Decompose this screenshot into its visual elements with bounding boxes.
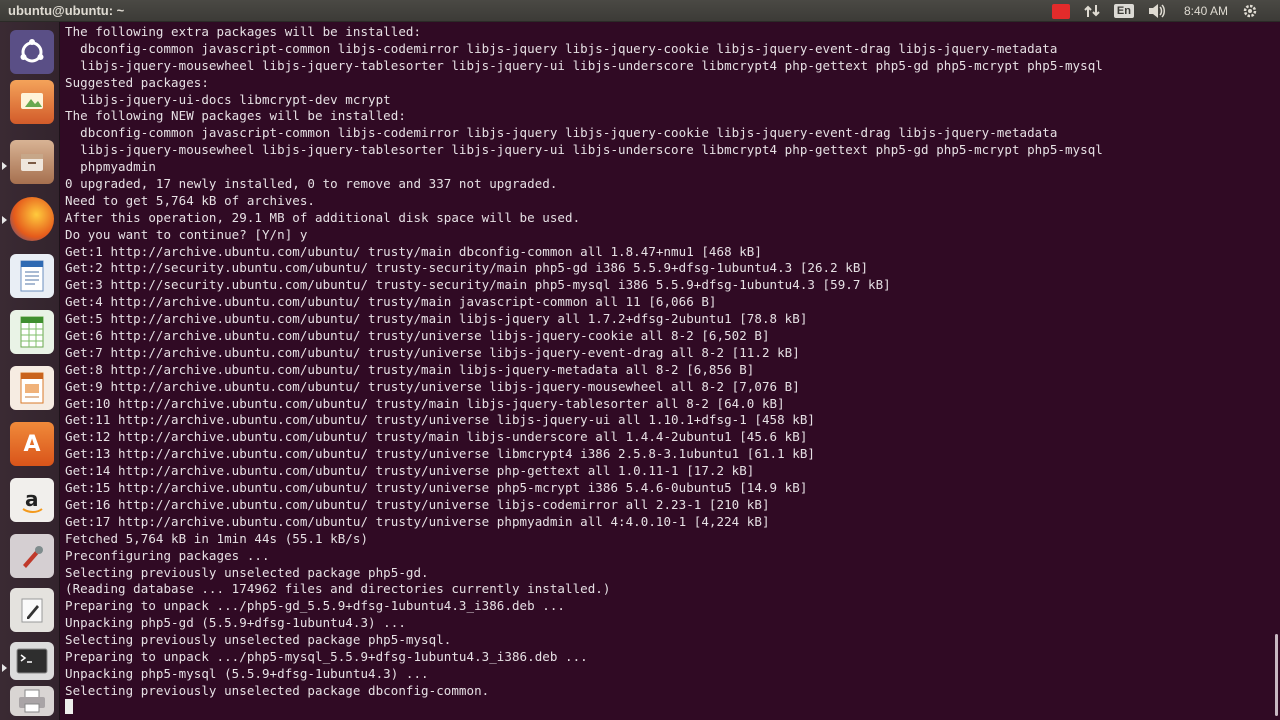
- terminal-line: dbconfig-common javascript-common libjs-…: [65, 125, 1058, 141]
- window-title: ubuntu@ubuntu: ~: [8, 3, 125, 18]
- terminal-line: Get:3 http://security.ubuntu.com/ubuntu/…: [65, 277, 891, 293]
- unity-launcher: A a: [0, 22, 60, 720]
- svg-text:a: a: [25, 487, 39, 511]
- terminal-line: Need to get 5,764 kB of archives.: [65, 192, 315, 208]
- terminal-line: Selecting previously unselected package …: [65, 682, 490, 698]
- terminal-line: Preparing to unpack .../php5-gd_5.5.9+df…: [65, 598, 565, 614]
- system-tools-icon[interactable]: [10, 534, 54, 578]
- terminal-line: dbconfig-common javascript-common libjs-…: [65, 40, 1058, 56]
- terminal-line: The following extra packages will be ins…: [65, 24, 422, 39]
- terminal-line: Get:2 http://security.ubuntu.com/ubuntu/…: [65, 260, 869, 276]
- terminal-line: Get:13 http://archive.ubuntu.com/ubuntu/…: [65, 446, 815, 462]
- terminal-line: libjs-jquery-mousewheel libjs-jquery-tab…: [65, 57, 1103, 73]
- terminal-line: 0 upgraded, 17 newly installed, 0 to rem…: [65, 176, 558, 192]
- amazon-icon[interactable]: a: [10, 478, 54, 522]
- terminal-line: Preparing to unpack .../php5-mysql_5.5.9…: [65, 648, 588, 664]
- terminal-line: Get:5 http://archive.ubuntu.com/ubuntu/ …: [65, 311, 808, 327]
- terminal-line: libjs-jquery-ui-docs libmcrypt-dev mcryp…: [65, 91, 391, 107]
- terminal-line: Get:4 http://archive.ubuntu.com/ubuntu/ …: [65, 294, 717, 310]
- terminal-line: The following NEW packages will be insta…: [65, 108, 406, 124]
- text-editor-icon[interactable]: [10, 588, 54, 632]
- terminal-icon[interactable]: [10, 642, 54, 680]
- terminal-line: Do you want to continue? [Y/n] y: [65, 226, 308, 242]
- files-icon[interactable]: [10, 140, 54, 184]
- terminal-line: Get:17 http://archive.ubuntu.com/ubuntu/…: [65, 513, 770, 529]
- terminal-line: Get:12 http://archive.ubuntu.com/ubuntu/…: [65, 429, 808, 445]
- terminal-line: Fetched 5,764 kB in 1min 44s (55.1 kB/s): [65, 530, 369, 546]
- terminal-line: (Reading database ... 174962 files and d…: [65, 581, 611, 597]
- terminal-line: After this operation, 29.1 MB of additio…: [65, 209, 581, 225]
- terminal-line: Get:15 http://archive.ubuntu.com/ubuntu/…: [65, 480, 808, 496]
- terminal-window[interactable]: The following extra packages will be ins…: [60, 22, 1280, 720]
- top-panel: ubuntu@ubuntu: ~ En 8:40 AM: [0, 0, 1280, 22]
- terminal-scrollbar[interactable]: [1275, 634, 1278, 716]
- terminal-line: Get:14 http://archive.ubuntu.com/ubuntu/…: [65, 463, 755, 479]
- terminal-line: Get:9 http://archive.ubuntu.com/ubuntu/ …: [65, 378, 800, 394]
- terminal-line: Get:1 http://archive.ubuntu.com/ubuntu/ …: [65, 243, 762, 259]
- terminal-line: Suggested packages:: [65, 74, 209, 90]
- terminal-line: Get:8 http://archive.ubuntu.com/ubuntu/ …: [65, 361, 755, 377]
- terminal-line: Selecting previously unselected package …: [65, 564, 429, 580]
- ubuntu-software-center-icon[interactable]: A: [10, 422, 54, 466]
- libreoffice-writer-icon[interactable]: [10, 254, 54, 298]
- libreoffice-calc-icon[interactable]: [10, 310, 54, 354]
- red-notification-icon[interactable]: [1051, 0, 1070, 22]
- network-transfer-icon[interactable]: [1084, 0, 1100, 22]
- terminal-output: The following extra packages will be ins…: [65, 24, 1103, 717]
- terminal-line: Unpacking php5-mysql (5.5.9+dfsg-1ubuntu…: [65, 665, 429, 681]
- indicator-area: En 8:40 AM: [1051, 0, 1258, 22]
- terminal-line: Unpacking php5-gd (5.5.9+dfsg-1ubuntu4.3…: [65, 615, 406, 631]
- volume-icon[interactable]: [1148, 0, 1166, 22]
- terminal-cursor: [65, 699, 73, 714]
- gear-icon[interactable]: [1242, 0, 1258, 22]
- dash-home-icon[interactable]: [10, 30, 54, 74]
- terminal-line: Get:11 http://archive.ubuntu.com/ubuntu/…: [65, 412, 815, 428]
- keyboard-language-indicator[interactable]: En: [1113, 0, 1134, 22]
- terminal-line: Selecting previously unselected package …: [65, 632, 452, 648]
- libreoffice-impress-icon[interactable]: [10, 366, 54, 410]
- terminal-line: Get:7 http://archive.ubuntu.com/ubuntu/ …: [65, 344, 800, 360]
- terminal-line: Get:6 http://archive.ubuntu.com/ubuntu/ …: [65, 328, 770, 344]
- terminal-line: Get:16 http://archive.ubuntu.com/ubuntu/…: [65, 496, 770, 512]
- clock[interactable]: 8:40 AM: [1184, 0, 1228, 22]
- terminal-line: Get:10 http://archive.ubuntu.com/ubuntu/…: [65, 395, 785, 411]
- terminal-line: phpmyadmin: [65, 159, 156, 175]
- terminal-line: libjs-jquery-mousewheel libjs-jquery-tab…: [65, 142, 1103, 158]
- firefox-icon[interactable]: [10, 197, 54, 241]
- terminal-line: Preconfiguring packages ...: [65, 547, 270, 563]
- system-settings-icon[interactable]: [10, 80, 54, 124]
- printer-icon[interactable]: [10, 686, 54, 716]
